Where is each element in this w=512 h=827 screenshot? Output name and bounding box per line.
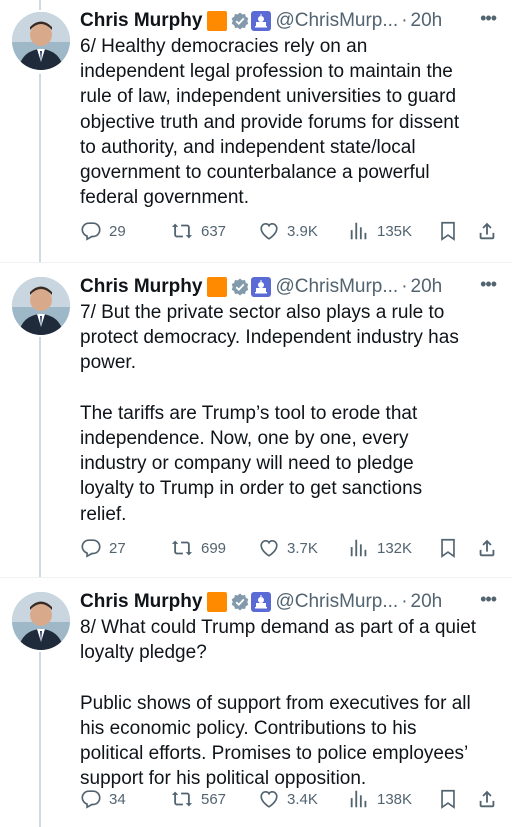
author-handle[interactable]: @ChrisMurp... [275,591,398,613]
tweet-2[interactable]: ••• Chris Murphy @ChrisMurp... · 20h 7/ … [0,262,512,577]
like-count: 3.4K [287,790,318,808]
share-button[interactable] [476,535,498,561]
views-button[interactable]: 132K [348,535,412,561]
more-options-icon[interactable]: ••• [480,8,497,29]
share-icon [479,790,495,808]
reply-icon [81,222,101,241]
tweet-text: 7/ But the private sector also plays a r… [80,302,459,525]
views-count: 135K [377,222,413,240]
separator-dot: · [401,10,408,31]
like-icon [260,223,278,240]
tweet-text: 6/ Healthy democracies rely on an indepe… [80,36,460,209]
capitol-icon [251,11,272,31]
reply-count: 34 [109,790,126,808]
tweet-header: Chris Murphy @ChrisMurp... · 20h [80,589,496,615]
tweet-header: Chris Murphy @ChrisMurp... · 20h [80,8,496,34]
bookmark-button[interactable] [437,786,459,812]
timestamp[interactable]: 20h [411,276,443,298]
more-options-icon[interactable]: ••• [480,274,497,295]
like-button[interactable]: 3.7K [258,535,318,561]
like-icon [260,791,278,808]
timestamp[interactable]: 20h [411,591,443,613]
reply-icon [81,790,101,809]
avatar[interactable] [12,12,70,70]
like-button[interactable]: 3.4K [258,786,318,812]
author-name[interactable]: Chris Murphy [80,591,202,613]
views-icon [350,790,367,808]
separator-dot: · [401,591,408,612]
timestamp[interactable]: 20h [411,10,443,32]
tweet-header: Chris Murphy @ChrisMurp... · 20h [80,274,496,300]
bookmark-icon [441,789,455,809]
views-icon [350,539,367,557]
author-handle[interactable]: @ChrisMurp... [275,276,398,298]
capitol-icon [251,277,272,297]
like-count: 3.9K [287,222,318,240]
orange-flag-icon [207,592,228,612]
capitol-icon [251,592,272,612]
more-options-icon[interactable]: ••• [480,589,497,610]
tweet-1[interactable]: ••• Chris Murphy @ChrisMurp... · 20h 6/ … [0,0,512,262]
views-button[interactable]: 135K [348,218,412,244]
action-bar: 29 637 3.9K 135K [80,218,496,244]
reply-icon [81,539,101,558]
verified-badge-icon[interactable] [231,278,249,296]
bookmark-icon [441,221,455,241]
reply-count: 27 [109,539,126,557]
reply-button[interactable]: 27 [80,535,126,561]
author-name[interactable]: Chris Murphy [80,10,202,32]
repost-button[interactable]: 567 [170,786,226,812]
thread-line [39,337,41,577]
action-bar: 34 567 3.4K 138K [80,786,496,812]
bookmark-button[interactable] [437,218,459,244]
views-count: 132K [377,539,413,557]
repost-button[interactable]: 637 [170,218,226,244]
share-button[interactable] [476,218,498,244]
repost-icon [171,540,193,556]
separator-dot: · [401,276,408,297]
share-icon [479,539,495,557]
tweet-3[interactable]: ••• Chris Murphy @ChrisMurp... · 20h 8/ … [0,577,512,827]
views-count: 138K [377,790,413,808]
avatar[interactable] [12,592,70,650]
repost-icon [171,223,193,239]
like-button[interactable]: 3.9K [258,218,318,244]
action-bar: 27 699 3.7K 132K [80,535,496,561]
repost-count: 699 [201,539,227,557]
author-handle[interactable]: @ChrisMurp... [275,10,398,32]
views-icon [350,222,367,240]
repost-count: 637 [201,222,227,240]
like-icon [260,540,278,557]
author-name[interactable]: Chris Murphy [80,276,202,298]
thread-line [39,74,41,262]
avatar[interactable] [12,277,70,335]
like-count: 3.7K [287,539,318,557]
share-button[interactable] [476,786,498,812]
reply-button[interactable]: 29 [80,218,126,244]
share-icon [479,222,495,240]
reply-button[interactable]: 34 [80,786,126,812]
verified-badge-icon[interactable] [231,12,249,30]
bookmark-button[interactable] [437,535,459,561]
thread-line [39,0,41,10]
reply-count: 29 [109,222,126,240]
repost-count: 567 [201,790,227,808]
orange-flag-icon [207,11,228,31]
thread-line [39,652,41,827]
bookmark-icon [441,538,455,558]
verified-badge-icon[interactable] [231,593,249,611]
repost-icon [171,791,193,807]
orange-flag-icon [207,277,228,297]
tweet-text: 8/ What could Trump demand as part of a … [80,617,477,790]
views-button[interactable]: 138K [348,786,412,812]
repost-button[interactable]: 699 [170,535,226,561]
